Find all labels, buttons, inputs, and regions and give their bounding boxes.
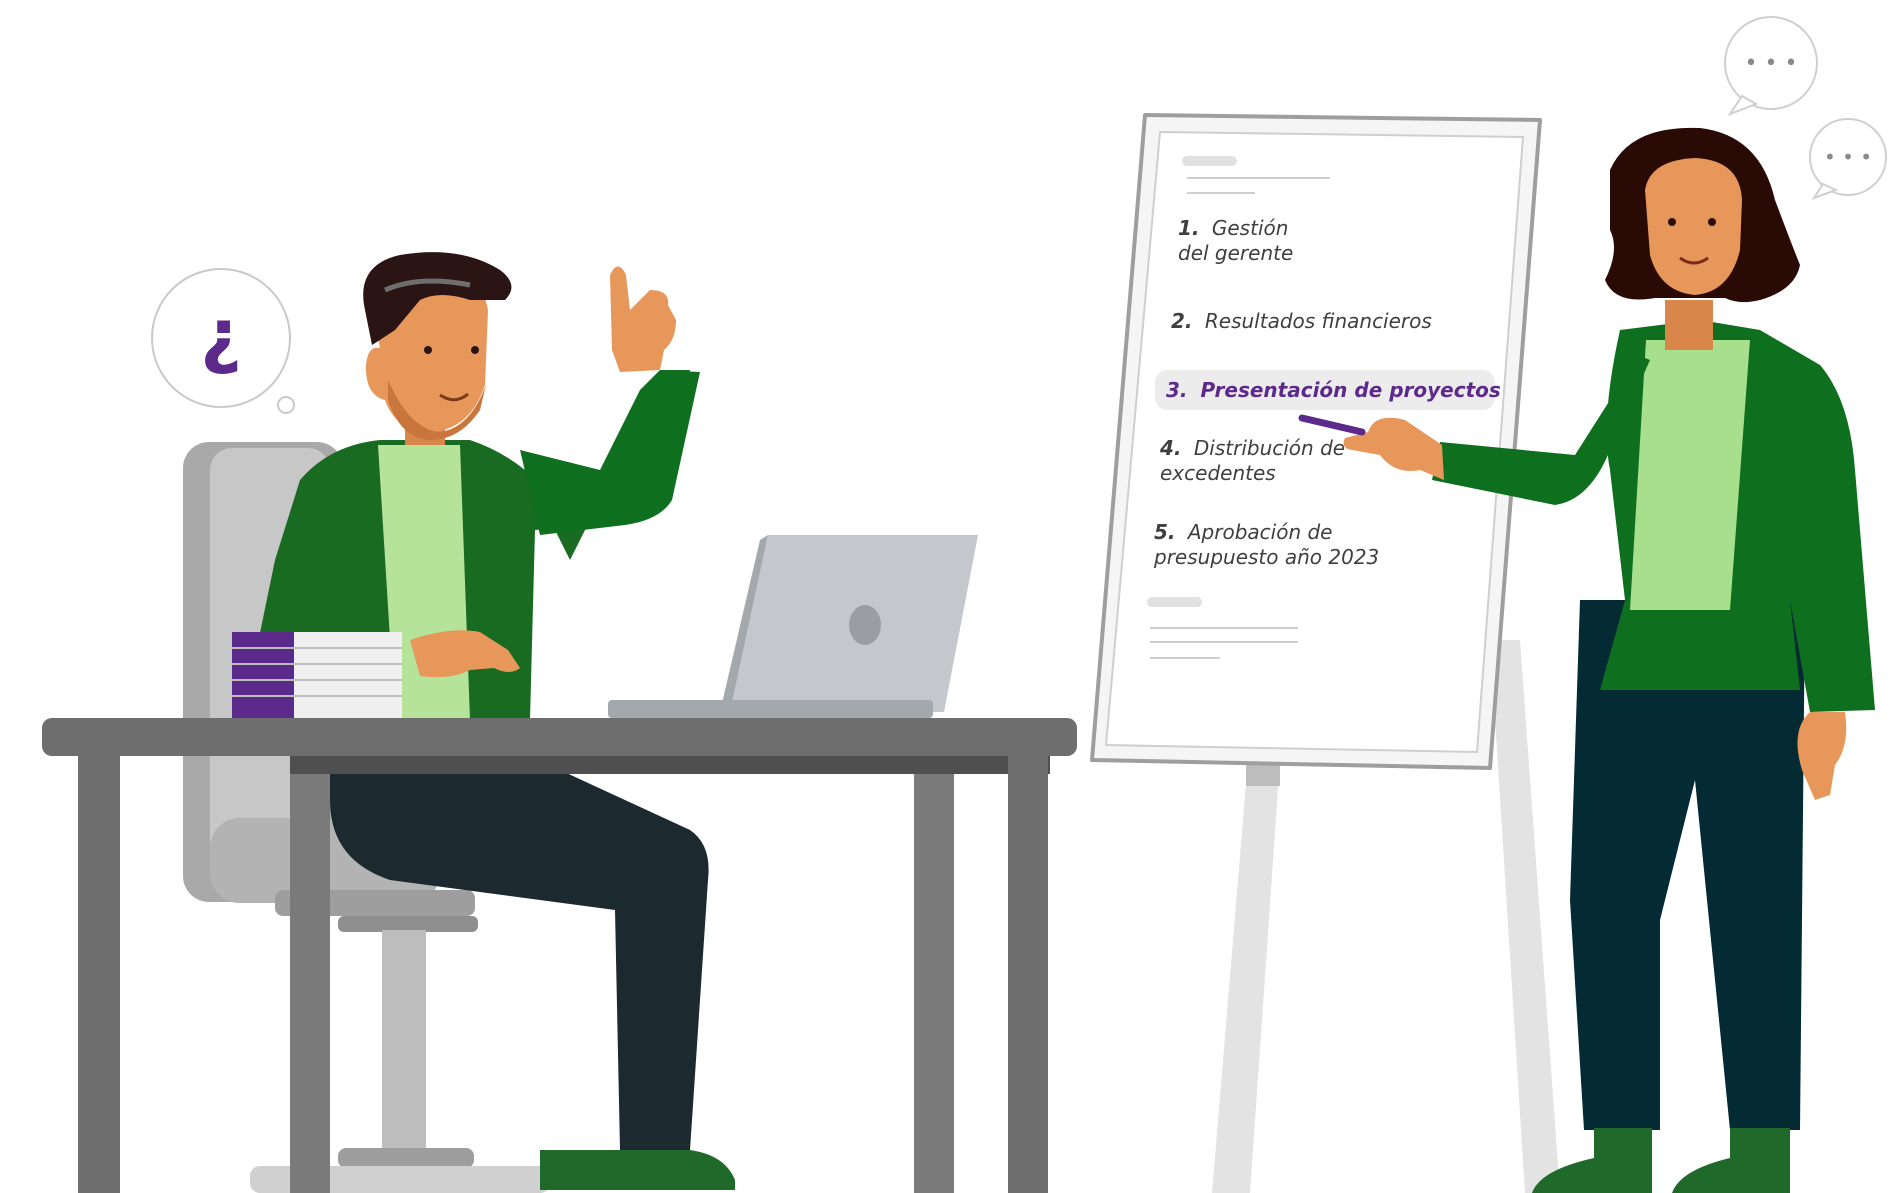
agenda-item-3: 3. Presentación de proyectos [1166,378,1501,402]
speech-bubble-1: • • • [1724,16,1818,117]
office-meeting-illustration: ¿ • • • • • • 1. Gestión del gerente 2. … [42,16,1887,1193]
speech-bubble-2: • • • [1809,118,1887,200]
laptop-logo-icon [849,605,881,645]
thought-bubble: ¿ [151,268,295,414]
book-stack [232,632,402,718]
ellipsis-icon: • • • [1745,51,1798,76]
agenda-item-2: 2. Resultados financieros [1171,309,1432,333]
agenda-item-1: 1. Gestión del gerente [1178,216,1295,265]
laptop [608,535,978,718]
ellipsis-icon: • • • [1824,145,1872,169]
flipchart: 1. Gestión del gerente 2. Resultados fin… [1090,113,1560,1193]
question-mark-icon: ¿ [200,293,242,377]
